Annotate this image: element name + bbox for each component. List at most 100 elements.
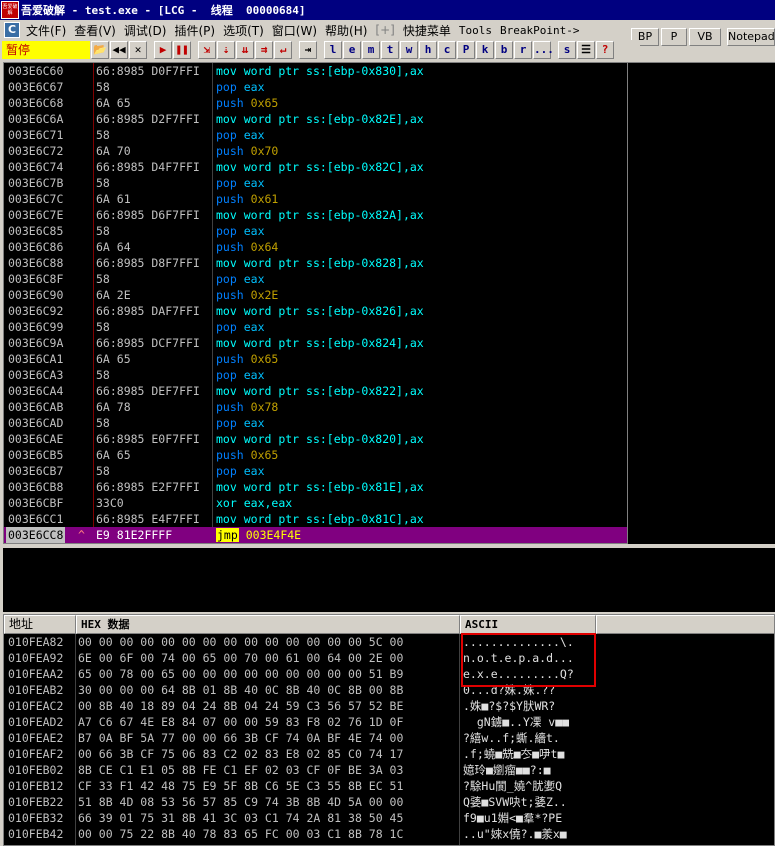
disasm-row[interactable]: 003E6C8F 58 pop eax <box>4 271 627 287</box>
instruction-bytes: 6A 61 <box>96 192 131 206</box>
disasm-row[interactable]: 003E6CBF 33C0 xor eax,eax <box>4 495 627 511</box>
instruction-text: pop eax <box>216 415 265 431</box>
disasm-row[interactable]: 003E6C9A 66:8985 DCF7FFI mov word ptr ss:[… <box>4 335 627 351</box>
menu-window[interactable]: 窗口(W) <box>270 22 323 39</box>
disasm-row[interactable]: 003E6C7C 6A 61 push 0x61 <box>4 191 627 207</box>
instruction-mnemonic: push <box>216 192 244 206</box>
call-stack-window-button[interactable]: k <box>476 41 494 59</box>
threads-window-button[interactable]: t <box>381 41 399 59</box>
menu-options[interactable]: 选项(T) <box>221 22 270 39</box>
menu-file[interactable]: 文件(F) <box>24 22 72 39</box>
instruction-address: 003E6C7C <box>8 192 64 206</box>
dump-address: 010FEAF2 <box>8 747 64 761</box>
disasm-row[interactable]: 003E6CC1 66:8985 E4F7FFI mov word ptr ss:[… <box>4 511 627 527</box>
menu-expand[interactable]: [+] <box>373 23 400 37</box>
disasm-row[interactable]: 003E6C6A 66:8985 D2F7FFI mov word ptr ss:[… <box>4 111 627 127</box>
disasm-row[interactable]: 003E6C74 66:8985 D4F7FFI mov word ptr ss:[… <box>4 159 627 175</box>
disasm-row[interactable]: 003E6C99 58 pop eax <box>4 319 627 335</box>
step-over-icon[interactable]: ⇣ <box>217 41 235 59</box>
disasm-row[interactable]: 003E6C72 6A 70 push 0x70 <box>4 143 627 159</box>
instruction-text: jmp 003E4F4E <box>216 527 301 543</box>
vb-button[interactable]: VB <box>689 28 721 46</box>
step-into-icon[interactable]: ⇲ <box>198 41 216 59</box>
goto-icon[interactable]: ⇥ <box>299 41 317 59</box>
comment-column[interactable] <box>628 62 775 544</box>
menu-view[interactable]: 查看(V) <box>72 22 122 39</box>
instruction-operands: word ptr ss:[ebp-0x81C],ax <box>243 512 424 526</box>
handles-window-button[interactable]: h <box>419 41 437 59</box>
source-window-button[interactable]: s <box>558 41 576 59</box>
disasm-row[interactable]: 003E6C7E 66:8985 D6F7FFI mov word ptr ss:[… <box>4 207 627 223</box>
disasm-row[interactable]: 003E6C7B 58 pop eax <box>4 175 627 191</box>
menu-debug[interactable]: 调试(D) <box>122 22 173 39</box>
disasm-row[interactable]: 003E6C92 66:8985 DAF7FFI mov word ptr ss:[… <box>4 303 627 319</box>
breakpoints-window-button[interactable]: b <box>495 41 513 59</box>
info-pane[interactable] <box>3 546 775 612</box>
trace-into-icon[interactable]: ⇊ <box>236 41 254 59</box>
disasm-row[interactable]: 003E6CAE 66:8985 E0F7FFI mov word ptr ss:[… <box>4 431 627 447</box>
notepad-button[interactable]: Notepad <box>727 28 775 46</box>
instruction-bytes: 6A 70 <box>96 144 131 158</box>
trace-over-icon[interactable]: ⇉ <box>255 41 273 59</box>
run-icon[interactable]: ▶ <box>154 41 172 59</box>
help-icon[interactable]: ? <box>596 41 614 59</box>
instruction-operands: word ptr ss:[ebp-0x822],ax <box>243 384 424 398</box>
instruction-mnemonic: mov <box>216 384 237 398</box>
disasm-row[interactable]: 003E6CB7 58 pop eax <box>4 463 627 479</box>
menu-plugins[interactable]: 插件(P) <box>172 22 221 39</box>
instruction-mnemonic: mov <box>216 64 237 78</box>
disasm-row[interactable]: 003E6C60 66:8985 D0F7FFI mov word ptr ss:[… <box>4 63 627 79</box>
menu-shortcuts[interactable]: 快捷菜单 <box>401 22 457 39</box>
disasm-row[interactable]: 003E6CA1 6A 65 push 0x65 <box>4 351 627 367</box>
disassembly-pane[interactable]: 003E6C60 66:8985 D0F7FFI mov word ptr ss:[… <box>3 62 628 544</box>
menu-help[interactable]: 帮助(H) <box>323 22 373 39</box>
disasm-row[interactable]: 003E6CAD 58 pop eax <box>4 415 627 431</box>
dump-header-hex[interactable]: HEX 数据 <box>76 615 460 634</box>
instruction-text: mov word ptr ss:[ebp-0x82C],ax <box>216 159 424 175</box>
disasm-row[interactable]: 003E6C67 58 pop eax <box>4 79 627 95</box>
options-list-icon[interactable]: ☰ <box>577 41 595 59</box>
log-window-button[interactable]: l <box>324 41 342 59</box>
disasm-row[interactable]: 003E6CA3 58 pop eax <box>4 367 627 383</box>
instruction-address: 003E6C7E <box>8 208 64 222</box>
disasm-row[interactable]: 003E6C86 6A 64 push 0x64 <box>4 239 627 255</box>
p-button[interactable]: P <box>661 28 687 46</box>
pause-icon[interactable]: ❚❚ <box>173 41 191 59</box>
disasm-row-selected[interactable]: 003E6CC8 ^ E9 81E2FFFF jmp 003E4F4E <box>4 527 627 543</box>
references-window-button[interactable]: r <box>514 41 532 59</box>
execute-till-return-icon[interactable]: ↵ <box>274 41 292 59</box>
hex-dump-pane[interactable]: 地址 HEX 数据 ASCII 010FEA82 00 00 00 00 00 0… <box>3 614 775 846</box>
dump-header-address[interactable]: 地址 <box>4 615 76 634</box>
close-icon[interactable]: ✕ <box>129 41 147 59</box>
instruction-operands: eax,eax <box>243 496 293 510</box>
dump-header-ascii[interactable]: ASCII <box>460 615 596 634</box>
memory-window-button[interactable]: m <box>362 41 380 59</box>
disasm-row[interactable]: 003E6CA4 66:8985 DEF7FFI mov word ptr ss:[… <box>4 383 627 399</box>
instruction-bytes: 6A 64 <box>96 240 131 254</box>
run-trace-window-button[interactable]: ... <box>533 41 554 59</box>
cpu-window-button[interactable]: c <box>438 41 456 59</box>
disasm-row[interactable]: 003E6CB8 66:8985 E2F7FFI mov word ptr ss:[… <box>4 479 627 495</box>
disasm-row[interactable]: 003E6C68 6A 65 push 0x65 <box>4 95 627 111</box>
disasm-row[interactable]: 003E6C71 58 pop eax <box>4 127 627 143</box>
disasm-row[interactable]: 003E6CB5 6A 65 push 0x65 <box>4 447 627 463</box>
instruction-text: mov word ptr ss:[ebp-0x82E],ax <box>216 111 424 127</box>
windows-window-button[interactable]: w <box>400 41 418 59</box>
menu-breakpoint[interactable]: BreakPoint-> <box>498 24 585 37</box>
disasm-row[interactable]: 003E6C88 66:8985 D8F7FFI mov word ptr ss:[… <box>4 255 627 271</box>
restart-icon[interactable]: ◀◀ <box>110 41 128 59</box>
instruction-address: 003E6C74 <box>8 160 64 174</box>
disasm-row[interactable]: 003E6C90 6A 2E push 0x2E <box>4 287 627 303</box>
instruction-bytes: 66:8985 E2F7FFI <box>96 480 200 494</box>
disasm-row[interactable]: 003E6C85 58 pop eax <box>4 223 627 239</box>
instruction-operands: word ptr ss:[ebp-0x824],ax <box>243 336 424 350</box>
instruction-mnemonic: mov <box>216 256 237 270</box>
instruction-operands: eax <box>243 416 265 430</box>
menu-tools[interactable]: Tools <box>457 24 498 37</box>
disasm-row[interactable]: 003E6CAB 6A 78 push 0x78 <box>4 399 627 415</box>
patches-window-button[interactable]: P <box>457 41 475 59</box>
system-menu-icon[interactable]: C <box>4 22 20 38</box>
open-folder-icon[interactable]: 📂 <box>91 41 109 59</box>
modules-window-button[interactable]: e <box>343 41 361 59</box>
instruction-mnemonic: mov <box>216 336 237 350</box>
